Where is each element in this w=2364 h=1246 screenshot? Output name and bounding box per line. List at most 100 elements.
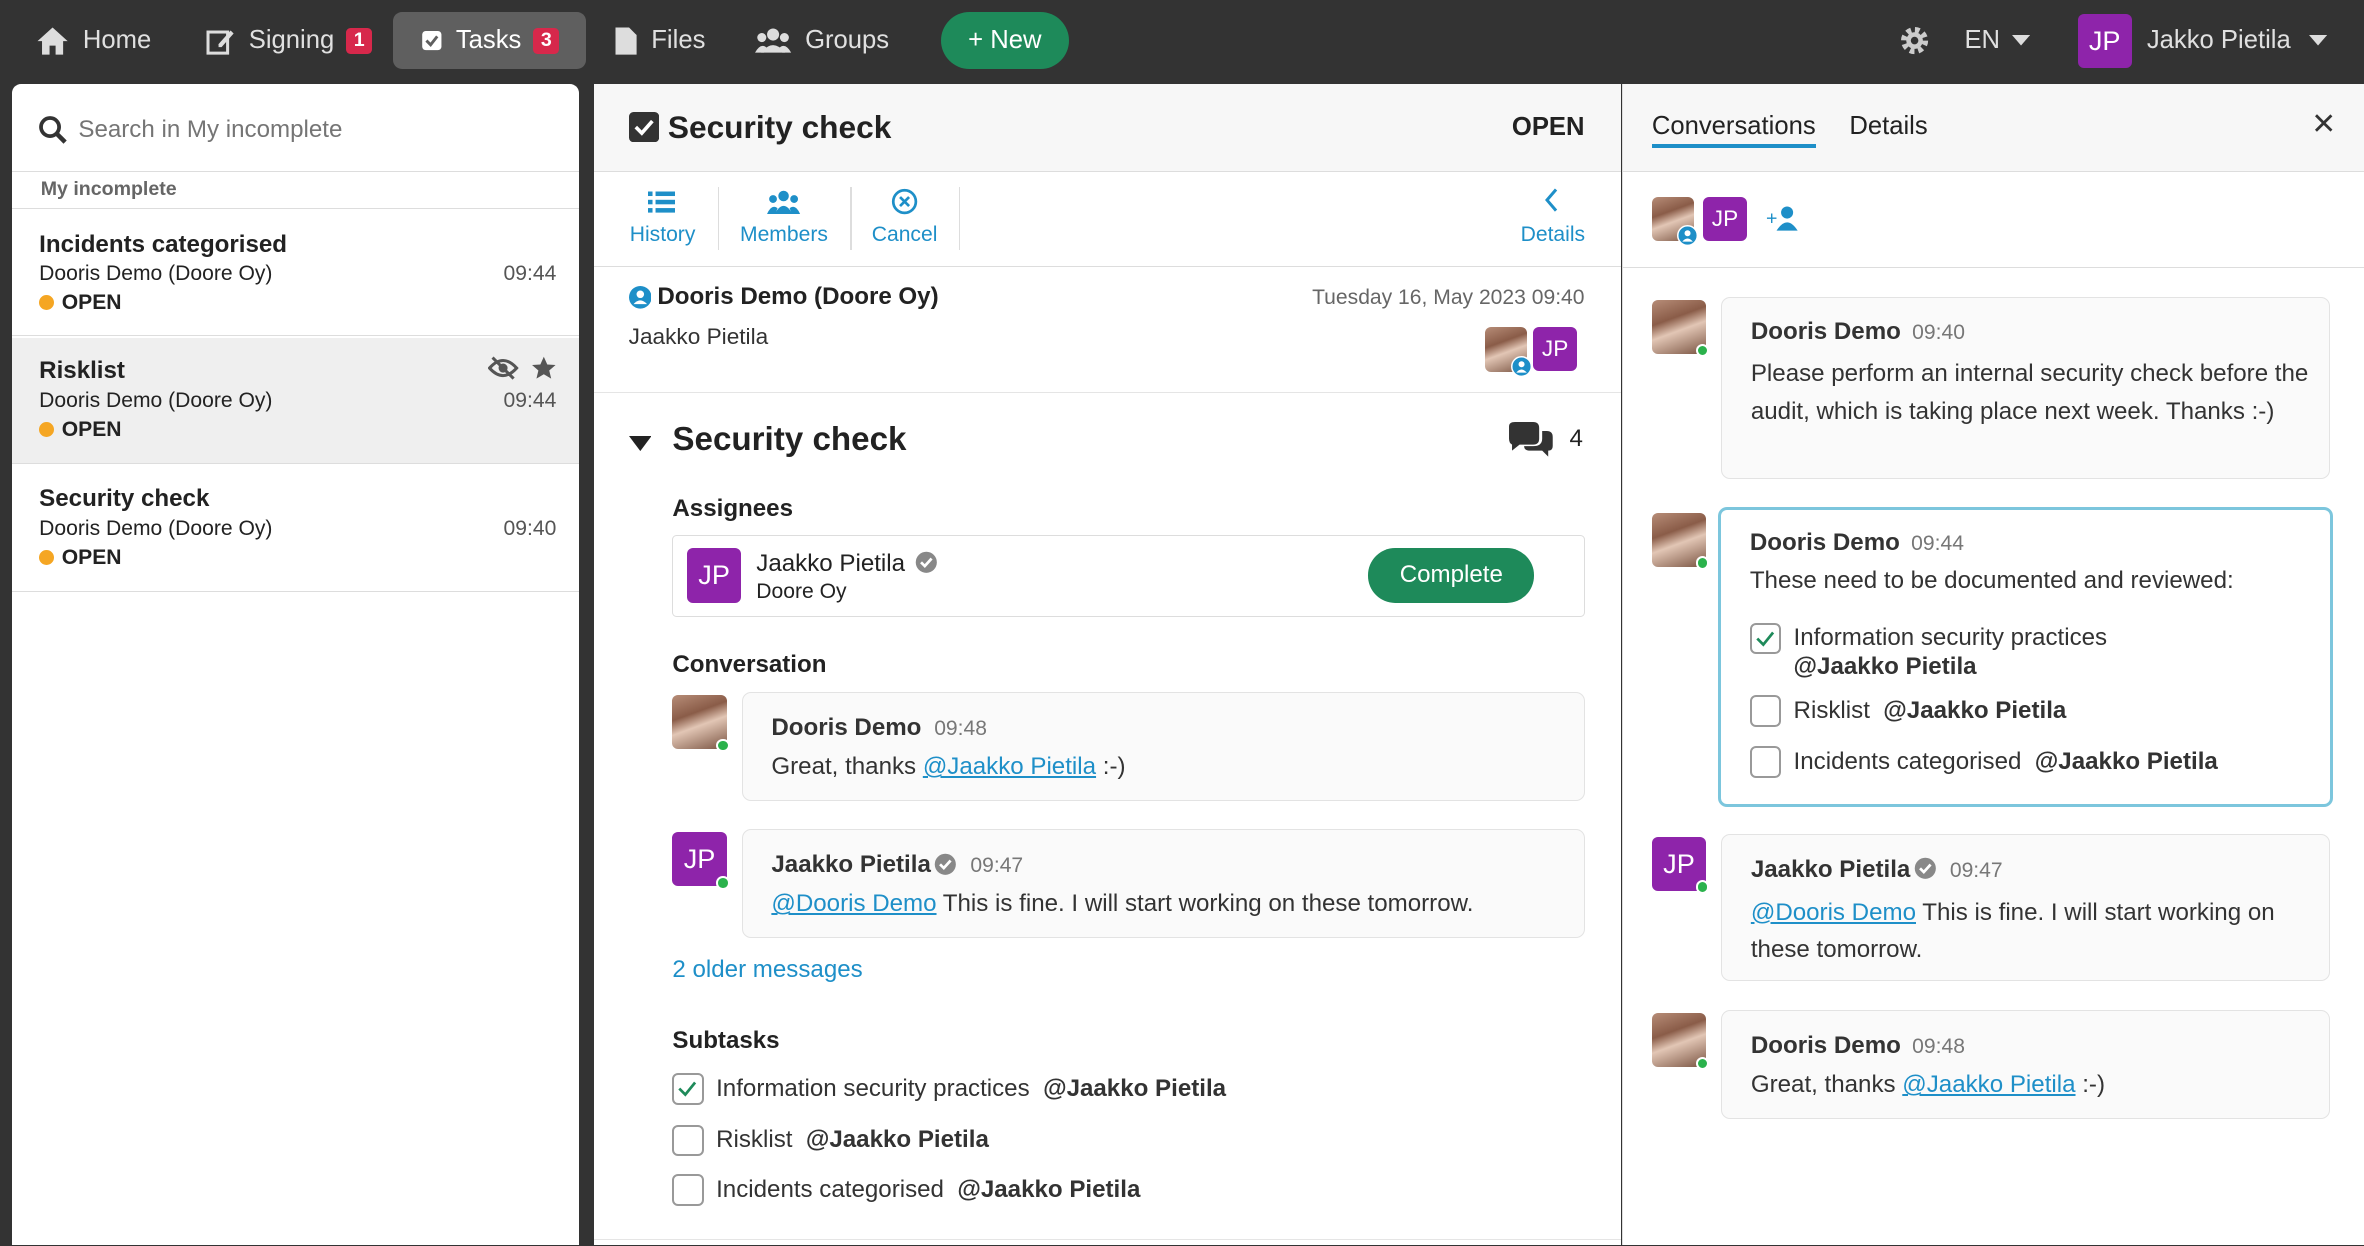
list-item-org: Dooris Demo (Doore Oy) — [39, 517, 273, 541]
language-select[interactable]: EN — [1964, 12, 2043, 69]
task-toolbar: History Members Cancel Details — [594, 172, 1621, 267]
list-item-org: Dooris Demo (Doore Oy) — [39, 388, 273, 412]
list-item[interactable]: Risklist Dooris Demo (Doore Oy) 09:44 OP… — [12, 337, 579, 465]
new-button[interactable]: + New — [940, 12, 1069, 70]
message-bubble: Jaakko Pietila 09:47 @Dooris Demo This i… — [1721, 833, 2331, 982]
eye-slash-icon[interactable] — [488, 356, 519, 380]
subtask-checkbox[interactable] — [672, 1124, 705, 1157]
message-author: Jaakko Pietila — [1750, 855, 1911, 883]
details-button[interactable]: Details — [1508, 172, 1598, 265]
message-author: Dooris Demo — [1750, 317, 1901, 345]
members-button[interactable]: Members — [730, 172, 839, 265]
subtask-checkbox[interactable] — [672, 1174, 705, 1207]
history-label: History — [629, 223, 696, 247]
history-button[interactable]: History — [612, 172, 713, 265]
assignees-label: Assignees — [672, 494, 793, 522]
top-navbar: Home Signing 1 Tasks 3 Files Groups + Ne… — [0, 0, 2364, 83]
cancel-button[interactable]: Cancel — [859, 172, 949, 265]
section-title: Security check — [672, 420, 907, 458]
mention-link[interactable]: @Dooris Demo — [1751, 899, 1916, 926]
assignee-org: Doore Oy — [756, 579, 847, 603]
message-bubble: Dooris Demo 09:40 Please perform an inte… — [1721, 297, 2331, 480]
star-icon[interactable] — [531, 356, 557, 380]
nav-groups-label: Groups — [805, 26, 890, 55]
conversation-tabs: Conversations Details × — [1623, 84, 2364, 172]
participant-avatar-photo — [1651, 197, 1699, 246]
author-avatar-photo — [1651, 300, 1710, 358]
message-checkbox[interactable] — [1749, 695, 1782, 727]
complete-button[interactable]: Complete — [1368, 548, 1535, 603]
message-time: 09:44 — [1911, 532, 1964, 556]
message-checkbox[interactable] — [1749, 622, 1782, 655]
message-bubble: Jaakko Pietila 09:47 @Dooris Demo This i… — [741, 829, 1585, 938]
signing-badge: 1 — [346, 27, 373, 54]
status-badge: OPEN — [39, 291, 122, 315]
task-list-panel: My incomplete Incidents categorised Door… — [12, 84, 579, 1246]
author-avatar-photo — [672, 695, 730, 753]
mention-link[interactable]: @Jaakko Pietila — [923, 753, 1096, 780]
message-text: @Dooris Demo This is fine. I will start … — [771, 890, 1474, 918]
message-text: These need to be documented and reviewed… — [1749, 566, 2234, 594]
message-text: Great, thanks @Jaakko Pietila :-) — [1750, 1071, 2105, 1099]
participant-avatar-jp: JP — [1703, 197, 1747, 242]
mention-link[interactable]: @Dooris Demo — [771, 890, 936, 917]
assignee-card: JP Jaakko Pietila Doore Oy Complete — [672, 535, 1585, 617]
subtask-label: Incidents categorised @Jaakko Pietila — [716, 1175, 1141, 1203]
message-checklist-item: Incidents categorised @Jaakko Pietila — [1793, 747, 2218, 775]
collapse-triangle-icon[interactable] — [628, 435, 652, 451]
nav-signing[interactable]: Signing 1 — [205, 12, 373, 69]
list-item[interactable]: Security check Dooris Demo (Doore Oy) 09… — [12, 466, 579, 593]
nav-tasks-label: Tasks — [455, 26, 522, 55]
assignee-name: Jaakko Pietila — [756, 549, 906, 577]
settings-gear-icon[interactable] — [1898, 24, 1931, 64]
message-time: 09:40 — [1912, 320, 1965, 344]
nav-files[interactable]: Files — [614, 12, 705, 69]
author-avatar-photo — [1651, 1013, 1710, 1071]
status-badge: OPEN — [39, 418, 122, 442]
user-menu[interactable]: JP Jakko Pietila — [2077, 12, 2341, 69]
message-bubble-highlighted: Dooris Demo 09:44 These need to be docum… — [1718, 506, 2334, 807]
close-icon[interactable]: × — [2312, 104, 2335, 143]
checkbox-icon — [421, 31, 442, 51]
task-meta: Dooris Demo (Doore Oy) Jaakko Pietila Tu… — [594, 268, 1621, 394]
assignee-avatar: JP — [686, 548, 742, 603]
conversation-label: Conversation — [672, 651, 827, 679]
list-item[interactable]: Incidents categorised Dooris Demo (Doore… — [12, 210, 579, 337]
task-assignee-line: Jaakko Pietila — [628, 324, 769, 350]
list-icon — [648, 191, 676, 213]
section-heading: My incomplete — [40, 177, 177, 200]
mention: @Jaakko Pietila — [1793, 652, 1977, 680]
comments-icon[interactable] — [1506, 422, 1554, 458]
message-checkbox[interactable] — [1749, 746, 1782, 778]
members-label: Members — [740, 223, 828, 247]
message-author: Dooris Demo — [1749, 529, 1900, 557]
member-avatar-photo — [1485, 327, 1532, 377]
message-time: 09:47 — [1949, 858, 2003, 882]
svg-text:+: + — [1766, 208, 1777, 230]
search-bar[interactable] — [12, 84, 579, 172]
message-bubble: Dooris Demo 09:48 Great, thanks @Jaakko … — [741, 692, 1585, 801]
status-badge: OPEN — [39, 546, 122, 570]
message-text: Great, thanks @Jaakko Pietila :-) — [771, 753, 1126, 781]
nav-tasks[interactable]: Tasks 3 — [393, 12, 587, 70]
tab-details[interactable]: Details — [1849, 112, 1927, 141]
subtask-checkbox[interactable] — [672, 1073, 705, 1106]
user-avatar: JP — [2077, 13, 2132, 68]
nav-groups[interactable]: Groups — [755, 12, 889, 69]
message-checklist-item: Risklist @Jaakko Pietila — [1793, 696, 2067, 724]
tab-conversations[interactable]: Conversations — [1651, 112, 1816, 148]
older-messages-link[interactable]: 2 older messages — [672, 956, 862, 984]
search-input[interactable] — [78, 110, 531, 150]
add-user-icon[interactable]: + — [1766, 205, 1799, 232]
list-item-time: 09:44 — [503, 388, 557, 412]
list-item-title: Security check — [39, 485, 210, 513]
nav-home[interactable]: Home — [36, 12, 151, 69]
details-label: Details — [1520, 223, 1586, 247]
message-author: Dooris Demo — [771, 714, 922, 742]
message-time: 09:48 — [1912, 1035, 1965, 1059]
mention-link[interactable]: @Jaakko Pietila — [1902, 1071, 2075, 1098]
search-icon — [38, 115, 67, 144]
home-icon — [37, 27, 68, 55]
member-avatar-jp: JP — [1533, 327, 1577, 371]
message-time: 09:48 — [934, 717, 987, 741]
